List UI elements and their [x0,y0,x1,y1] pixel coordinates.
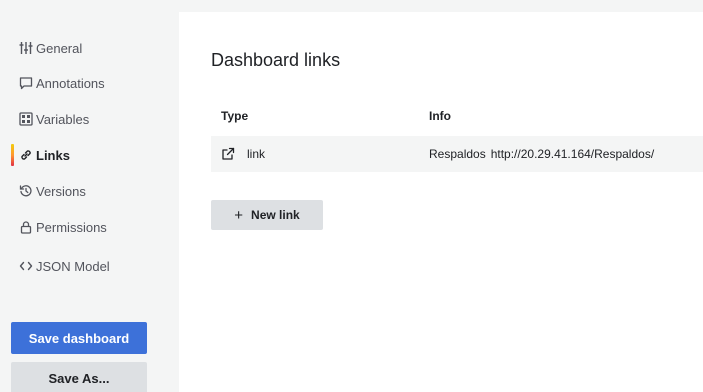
page-title: Dashboard links [211,50,341,70]
sidebar-item-permissions[interactable]: Permissions [0,213,165,241]
calculator-icon [18,111,34,127]
history-icon [18,183,34,199]
sidebar-item-label: Versions [36,183,86,199]
link-title: Respaldos [429,147,486,161]
external-link-icon[interactable] [221,147,235,161]
link-type-label[interactable]: link [247,147,265,161]
new-link-label: New link [251,208,300,222]
sidebar-item-annotations[interactable]: Annotations [0,69,165,97]
sidebar-item-label: Links [36,147,70,163]
sidebar-item-label: JSON Model [36,258,110,274]
new-link-button[interactable]: + New link [211,200,323,230]
sidebar-item-label: General [36,40,83,56]
sidebar-item-versions[interactable]: Versions [0,177,165,205]
column-header-type: Type [221,109,249,123]
lock-icon [18,219,34,235]
comment-icon [18,75,34,91]
sidebar-item-general[interactable]: General [0,34,165,62]
plus-icon: + [234,206,244,224]
save-as-button[interactable]: Save As... [11,362,147,392]
links-panel: Dashboard links Type Info link Respaldos… [179,12,703,392]
sidebar-item-json-model[interactable]: JSON Model [0,252,165,280]
sidebar-item-links[interactable]: Links [0,141,165,169]
link-url: http://20.29.41.164/Respaldos/ [490,147,655,161]
table-row[interactable]: link Respaldos http://20.29.41.164/Respal… [211,136,703,172]
settings-sidebar: General Annotations Variables Links Vers… [0,0,165,392]
dashboard-settings: General Annotations Variables Links Vers… [0,0,703,392]
save-dashboard-button[interactable]: Save dashboard [11,322,147,354]
sidebar-item-label: Annotations [36,75,105,91]
sidebar-item-label: Permissions [36,219,107,235]
column-header-info: Info [429,109,451,123]
code-icon [18,258,34,274]
active-indicator [11,144,14,166]
sidebar-item-label: Variables [36,111,90,127]
link-info: Respaldos http://20.29.41.164/Respaldos/ [429,147,654,161]
sidebar-item-variables[interactable]: Variables [0,105,165,133]
sliders-icon [18,40,34,56]
link-icon [18,147,34,163]
